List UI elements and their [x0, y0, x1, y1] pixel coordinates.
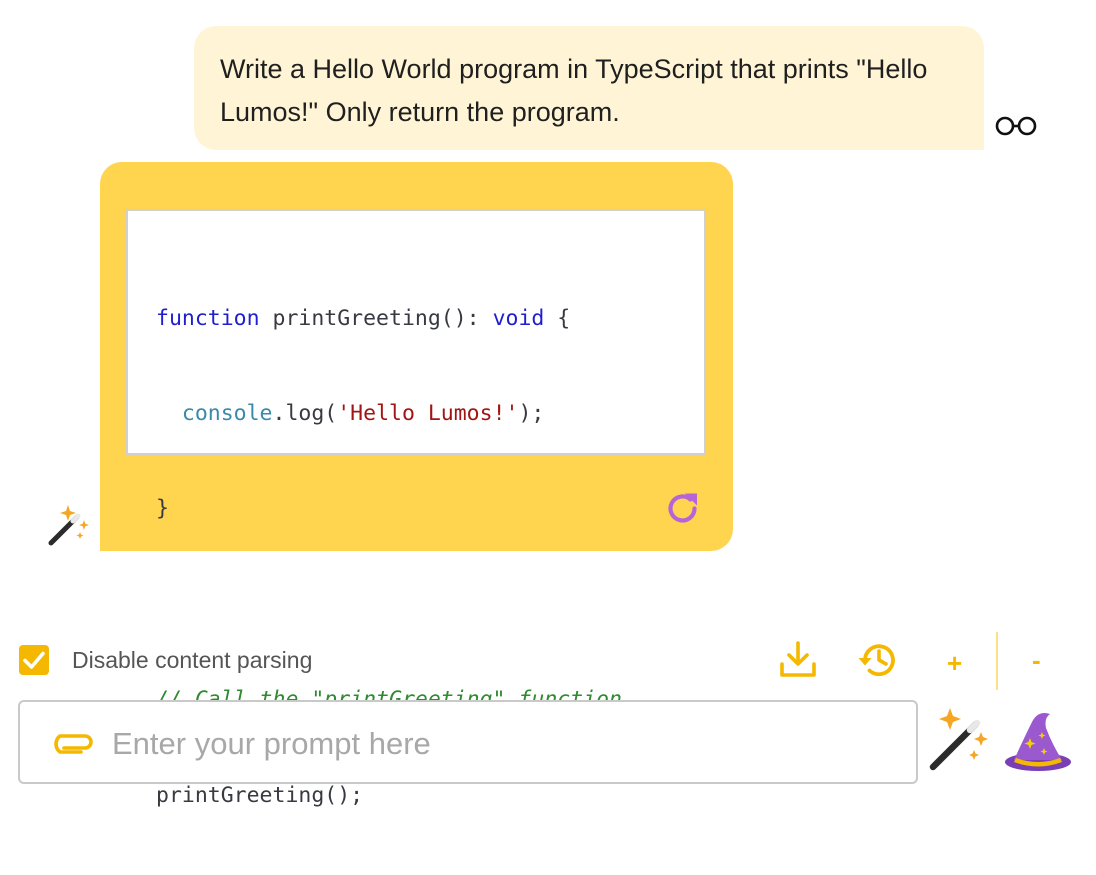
code-token: printGreeting():: [259, 305, 493, 331]
disable-parsing-label: Disable content parsing: [72, 647, 313, 673]
code-line: printGreeting();: [156, 782, 364, 808]
magic-wand-icon: [48, 505, 89, 546]
code-token: void: [492, 305, 545, 331]
font-decrease-button[interactable]: -: [1032, 645, 1041, 675]
code-block: function printGreeting(): void { console…: [126, 209, 706, 808]
font-increase-button[interactable]: +: [947, 648, 962, 678]
code-token: );: [518, 400, 545, 426]
user-message-bubble: Write a Hello World program in TypeScrip…: [194, 26, 984, 150]
user-message-text: Write a Hello World program in TypeScrip…: [220, 54, 928, 127]
paperclip-icon[interactable]: [50, 730, 94, 758]
code-token: {: [544, 305, 571, 331]
code-token: 'Hello Lumos!': [337, 400, 519, 426]
code-token: function: [156, 305, 260, 331]
toolbar-divider: [996, 632, 998, 690]
assistant-message-bubble: function printGreeting(): void { console…: [100, 162, 733, 808]
glasses-icon: [995, 116, 1037, 136]
wizard-hat-icon[interactable]: [1004, 708, 1074, 774]
code-token: console: [181, 400, 273, 426]
magic-wand-send-icon[interactable]: [926, 706, 994, 774]
code-line: }: [156, 496, 169, 522]
refresh-icon[interactable]: [664, 490, 702, 528]
prompt-input[interactable]: [110, 720, 894, 768]
history-icon[interactable]: [856, 638, 900, 682]
code-token: .log(: [272, 400, 338, 426]
code-line: function printGreeting(): void {: [156, 303, 704, 335]
checkmark-icon: [23, 651, 45, 669]
prompt-input-container: [18, 700, 918, 784]
code-line: console.log('Hello Lumos!');: [156, 398, 704, 430]
disable-parsing-checkbox[interactable]: [19, 645, 49, 675]
download-icon[interactable]: [778, 640, 818, 680]
